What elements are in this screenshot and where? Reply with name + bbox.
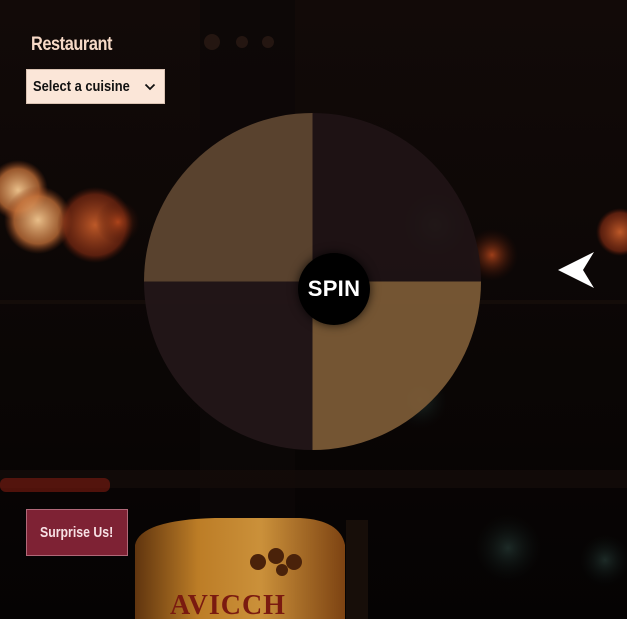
page-title: Restaurant bbox=[31, 34, 113, 55]
surprise-us-label: Surprise Us! bbox=[40, 524, 114, 541]
wheel-segment-1 bbox=[144, 113, 313, 282]
spin-button-label: SPIN bbox=[307, 276, 361, 301]
cuisine-select[interactable]: Select a cuisine bbox=[26, 69, 165, 104]
spin-button[interactable]: SPIN bbox=[298, 253, 370, 325]
wheel-segment-3 bbox=[144, 281, 313, 450]
chevron-down-icon bbox=[144, 83, 156, 91]
surprise-us-button[interactable]: Surprise Us! bbox=[26, 509, 128, 556]
bottle-label-text: AVICCH bbox=[170, 590, 286, 619]
cuisine-select-value: Select a cuisine bbox=[33, 78, 130, 95]
arrow-pointer-icon bbox=[558, 252, 594, 288]
